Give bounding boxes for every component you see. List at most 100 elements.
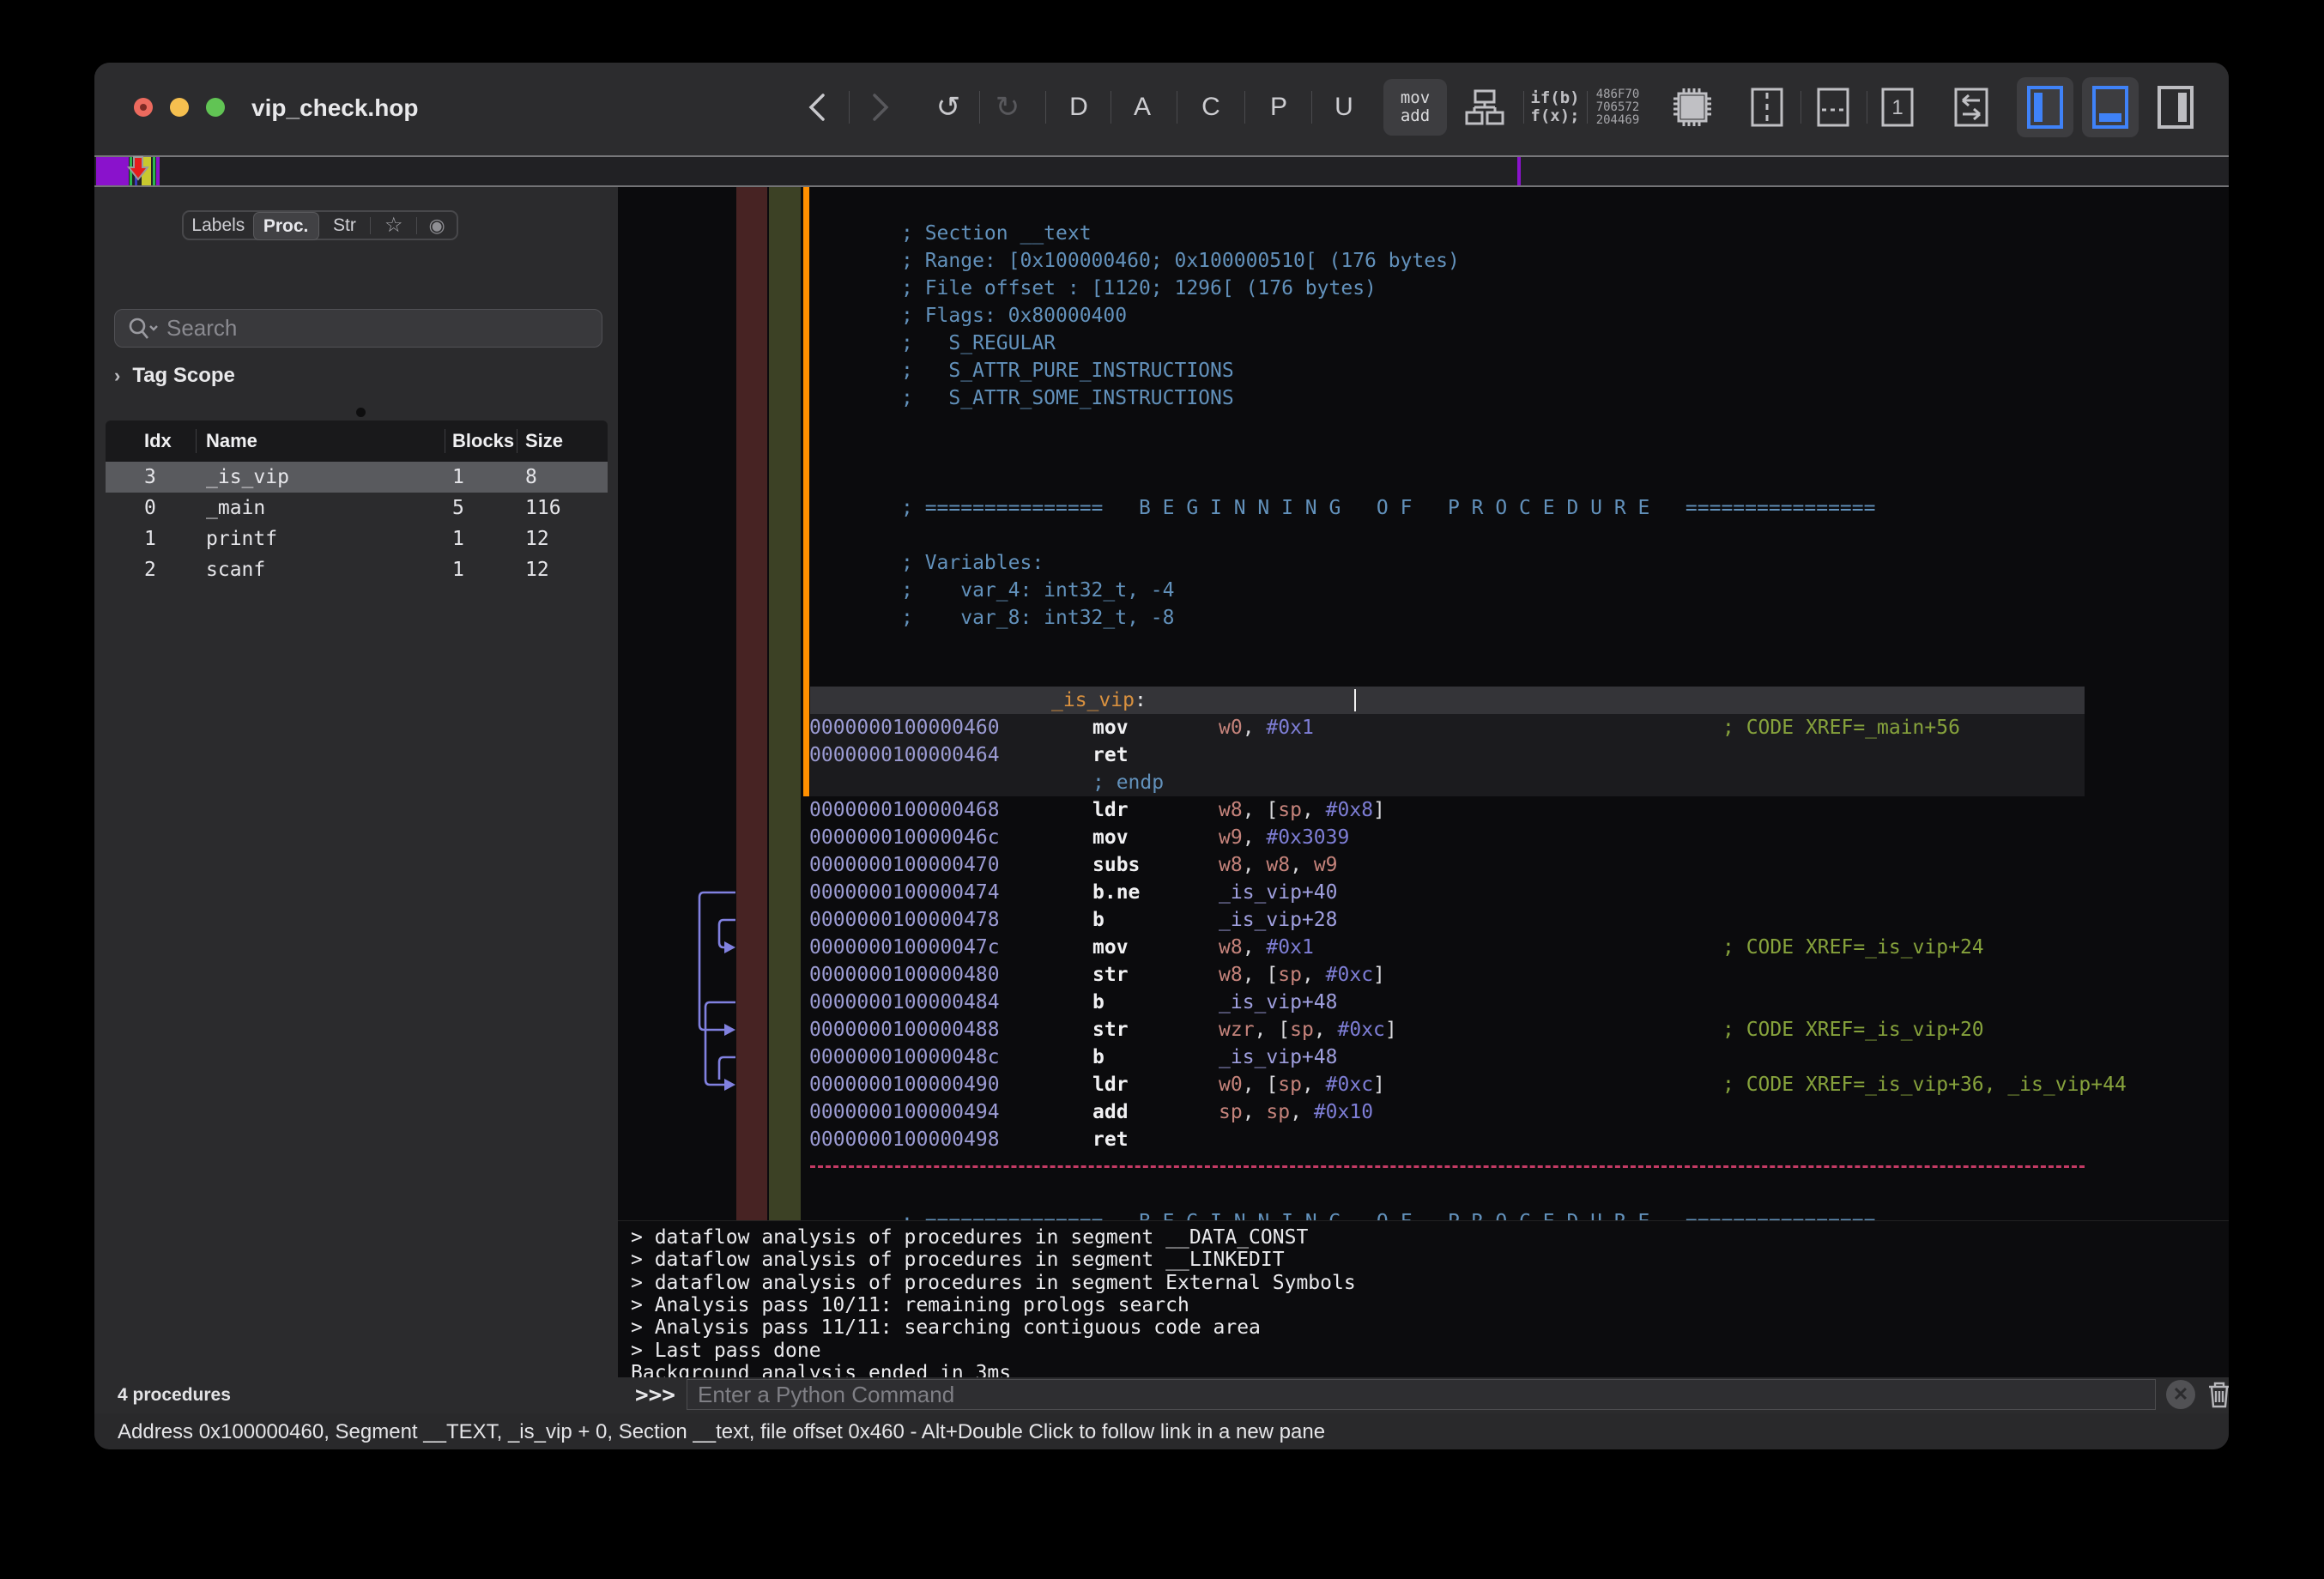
code-row[interactable]: ; var_4: int32_t, -4 <box>618 577 2229 604</box>
tab-labels[interactable]: Labels <box>184 212 253 239</box>
table-row-_main[interactable]: 0_main5116 <box>106 493 608 523</box>
console-pane[interactable]: > dataflow analysis of procedures in seg… <box>618 1220 2229 1378</box>
code-row[interactable]: 0000000100000460movw0, #0x1; CODE XREF=_… <box>618 714 2229 741</box>
datatype-code-button[interactable]: C <box>1194 82 1228 133</box>
code-row[interactable]: ; =============== B E G I N N I N G O F … <box>618 494 2229 522</box>
minimize-button[interactable] <box>170 98 189 117</box>
column-size[interactable]: Size <box>525 430 563 452</box>
undo-icon[interactable]: ↺ <box>929 82 967 133</box>
back-button[interactable] <box>800 82 834 133</box>
tab-tags-circle-icon[interactable]: ◉ <box>417 212 457 239</box>
zoom-button[interactable] <box>206 98 225 117</box>
toggle-right-panel-button[interactable] <box>2147 77 2204 137</box>
code-row[interactable]: ; Range: [0x100000460; 0x100000510[ (176… <box>618 247 2229 275</box>
tab-procedures[interactable]: Proc. <box>253 212 319 240</box>
python-command-input[interactable] <box>687 1379 2156 1410</box>
operand-punct: , <box>1314 1019 1338 1041</box>
swap-panes-icon[interactable] <box>1946 82 1996 133</box>
code-row[interactable]: 0000000100000494addsp, sp, #0x10 <box>618 1098 2229 1126</box>
insn-operands: _is_vip+48 <box>1219 989 1337 1016</box>
code-row[interactable]: 0000000100000468ldrw8, [sp, #0x8] <box>618 796 2229 824</box>
code-row[interactable]: 0000000100000488strwzr, [sp, #0xc]; CODE… <box>618 1016 2229 1044</box>
code-row[interactable]: 0000000100000470subsw8, w8, w9 <box>618 851 2229 879</box>
toolbar-separator <box>1523 91 1524 124</box>
forward-button[interactable] <box>863 82 898 133</box>
code-row[interactable]: 0000000100000474b.ne_is_vip+40 <box>618 879 2229 906</box>
search-field[interactable] <box>114 309 602 348</box>
toolbar-separator <box>1800 91 1801 124</box>
code-row[interactable]: 0000000100000480strw8, [sp, #0xc] <box>618 961 2229 989</box>
code-row[interactable]: 0000000100000478b_is_vip+28 <box>618 906 2229 934</box>
code-row[interactable]: ; S_ATTR_PURE_INSTRUCTIONS <box>618 357 2229 384</box>
code-row[interactable]: ; S_REGULAR <box>618 330 2229 357</box>
tab-bookmarks-star-icon[interactable]: ☆ <box>371 212 416 239</box>
code-row[interactable]: ; Variables: <box>618 549 2229 577</box>
datatype-undefined-button[interactable]: U <box>1327 82 1361 133</box>
search-input[interactable] <box>165 314 563 342</box>
disassembly-pane[interactable]: ; Section __text; Range: [0x100000460; 0… <box>618 187 2229 1220</box>
table-row-_is_vip[interactable]: 3_is_vip18 <box>106 462 608 493</box>
code-row[interactable]: 0000000100000498ret <box>618 1126 2229 1153</box>
toggle-bottom-panel-button[interactable] <box>2082 77 2139 137</box>
split-vertical-icon[interactable] <box>1742 82 1792 133</box>
tab-strings[interactable]: Str <box>319 212 371 239</box>
insn-operands: w8, #0x1 <box>1219 934 1314 961</box>
code-row[interactable]: 000000010000046cmovw9, #0x3039 <box>618 824 2229 851</box>
endp-comment: ; endp <box>1092 769 1164 796</box>
split-horizontal-icon[interactable] <box>1808 82 1858 133</box>
insn-mnemonic: mov <box>1092 934 1129 961</box>
code-row[interactable]: 000000010000048cb_is_vip+48 <box>618 1044 2229 1071</box>
toggle-left-panel-button[interactable] <box>2017 77 2073 137</box>
code-row[interactable]: ; Section __text <box>618 220 2229 247</box>
trash-button[interactable] <box>2204 1379 2229 1410</box>
operand-punct: , [ <box>1243 799 1279 821</box>
datatype-procedure-button[interactable]: P <box>1262 82 1296 133</box>
cpu-icon[interactable] <box>1667 82 1718 133</box>
column-name[interactable]: Name <box>206 430 257 452</box>
code-row[interactable]: ; =============== B E G I N N I N G O F … <box>618 1208 2229 1220</box>
code-row[interactable]: 000000010000047cmovw8, #0x1; CODE XREF=_… <box>618 934 2229 961</box>
cfg-graph-icon[interactable] <box>1461 82 1509 133</box>
datatype-ascii-button[interactable]: A <box>1125 82 1159 133</box>
code-comment: ; Section __text <box>901 220 1092 247</box>
hex-mode-icon[interactable]: 486F70 706572 204469 <box>1591 82 1644 133</box>
datatype-data-button[interactable]: D <box>1062 82 1096 133</box>
sidebar: Labels Proc. Str ☆ ◉ › Tag Scope Idx Nam… <box>94 187 618 1413</box>
nav-minimap[interactable] <box>94 155 2229 187</box>
code-row[interactable]: ; S_ATTR_SOME_INSTRUCTIONS <box>618 384 2229 412</box>
insn-address: 0000000100000478 <box>809 906 1000 934</box>
code-label-row[interactable]: _is_vip: <box>618 687 2229 714</box>
insn-address: 0000000100000468 <box>809 796 1000 824</box>
redo-icon[interactable]: ↻ <box>989 82 1026 133</box>
single-column-icon[interactable]: 1 <box>1873 82 1922 133</box>
operand-register: sp <box>1278 799 1302 821</box>
operand-punct: , [ <box>1255 1019 1291 1041</box>
sidebar-tabs: Labels Proc. Str ☆ ◉ <box>182 210 458 240</box>
insn-operands: w0, [sp, #0xc] <box>1219 1071 1385 1098</box>
insn-address: 0000000100000470 <box>809 851 1000 879</box>
code-row[interactable]: ; Flags: 0x80000400 <box>618 302 2229 330</box>
table-row-scanf[interactable]: 2scanf112 <box>106 554 608 585</box>
column-blocks[interactable]: Blocks <box>452 430 514 452</box>
code-row[interactable]: ; File offset : [1120; 1296[ (176 bytes) <box>618 275 2229 302</box>
operand-immediate: #0x1 <box>1266 717 1313 739</box>
splitter-handle[interactable] <box>356 408 366 417</box>
column-separator[interactable] <box>196 429 197 453</box>
operand-punct: , <box>1302 964 1326 986</box>
pseudocode-icon[interactable]: if(b) f(x); <box>1529 82 1581 133</box>
close-button[interactable] <box>134 98 153 117</box>
code-row[interactable]: ; endp <box>618 769 2229 796</box>
assembly-mode-button[interactable]: mov add <box>1383 79 1447 136</box>
code-row[interactable]: 0000000100000484b_is_vip+48 <box>618 989 2229 1016</box>
insn-operands: _is_vip+48 <box>1219 1044 1337 1071</box>
code-row[interactable]: ; var_8: int32_t, -8 <box>618 604 2229 632</box>
code-row[interactable]: 0000000100000464ret <box>618 741 2229 769</box>
code-row[interactable]: 0000000100000490ldrw0, [sp, #0xc]; CODE … <box>618 1071 2229 1098</box>
table-row-printf[interactable]: 1printf112 <box>106 523 608 554</box>
column-idx[interactable]: Idx <box>144 430 172 452</box>
cell-size: 12 <box>525 528 549 550</box>
operand-punct: , <box>1302 1074 1326 1096</box>
clear-console-button[interactable]: ✕ <box>2166 1380 2195 1409</box>
operand-punct: , <box>1290 854 1314 876</box>
tag-scope-disclosure[interactable]: › Tag Scope <box>114 364 235 388</box>
